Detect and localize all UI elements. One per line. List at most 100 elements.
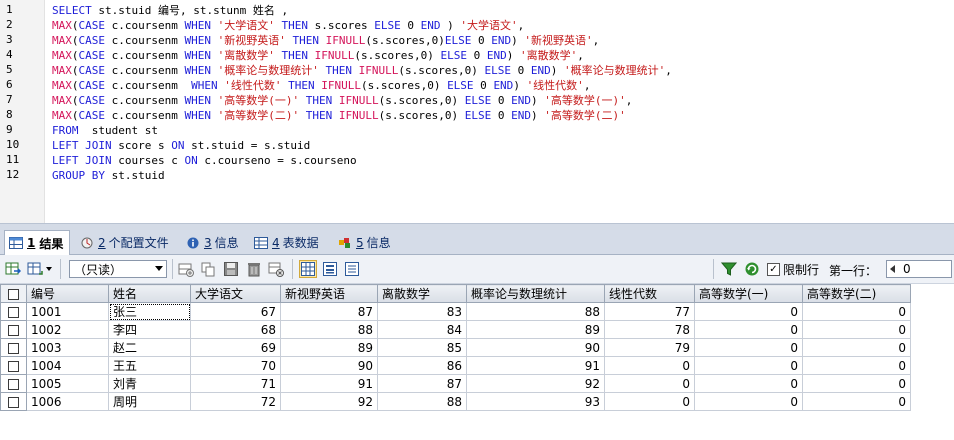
table-cell[interactable]: 1005 [26,374,109,393]
row-checkbox[interactable] [8,342,19,354]
row-select-cell[interactable] [0,338,27,357]
cancel-changes-button[interactable] [267,260,285,278]
table-cell[interactable]: 78 [604,320,695,339]
table-cell[interactable]: 90 [280,356,378,375]
row-checkbox[interactable] [8,324,19,336]
select-all-checkbox[interactable] [8,288,19,300]
table-cell[interactable]: 92 [466,374,605,393]
spin-left-icon[interactable] [890,265,895,273]
table-cell[interactable]: 71 [190,374,281,393]
table-cell[interactable]: 79 [604,338,695,357]
table-row[interactable]: 1001 张三 67 87 83 88 77 0 0 [0,302,911,321]
table-cell[interactable]: 0 [802,338,911,357]
table-cell[interactable]: 0 [802,392,911,411]
table-cell[interactable]: 0 [802,302,911,321]
row-checkbox[interactable] [8,360,19,372]
table-cell[interactable]: 1002 [26,320,109,339]
column-header[interactable]: 线性代数 [604,284,695,303]
import-button[interactable] [26,260,44,278]
tab-results[interactable]: 1 结果 [4,230,71,255]
form-view-button[interactable] [321,260,339,278]
limit-rows-checkbox[interactable]: ✓ [767,263,780,276]
table-cell[interactable]: 赵二 [108,338,191,357]
row-select-cell[interactable] [0,320,27,339]
insert-row-button[interactable] [177,260,195,278]
table-cell[interactable]: 91 [280,374,378,393]
table-cell[interactable]: 0 [694,302,803,321]
export-button[interactable] [4,260,22,278]
table-row[interactable]: 1005 刘青 71 91 87 92 0 0 0 [0,374,911,393]
table-cell[interactable]: 周明 [108,392,191,411]
limit-rows-toggle[interactable]: ✓ 限制行 [767,261,819,278]
table-row[interactable]: 1004 王五 70 90 86 91 0 0 0 [0,356,911,375]
table-cell[interactable]: 李四 [108,320,191,339]
table-cell[interactable]: 84 [377,320,467,339]
table-cell[interactable]: 68 [190,320,281,339]
column-header[interactable]: 大学语文 [190,284,281,303]
column-header[interactable]: 编号 [26,284,109,303]
table-cell[interactable]: 90 [466,338,605,357]
column-header[interactable]: 离散数学 [377,284,467,303]
table-cell[interactable]: 93 [466,392,605,411]
table-cell[interactable]: 83 [377,302,467,321]
tab-table-data[interactable]: 4 表数据 [250,232,325,253]
tab-info-1[interactable]: 3 信息 [182,232,245,253]
table-cell[interactable]: 70 [190,356,281,375]
table-cell[interactable]: 77 [604,302,695,321]
table-cell[interactable]: 0 [604,374,695,393]
table-row[interactable]: 1006 周明 72 92 88 93 0 0 0 [0,392,911,411]
first-row-input[interactable]: 0 [886,260,952,278]
duplicate-row-button[interactable] [199,260,217,278]
row-checkbox[interactable] [8,378,19,390]
import-dropdown[interactable] [44,260,54,278]
column-header[interactable]: 概率论与数理统计 [466,284,605,303]
table-cell[interactable]: 0 [604,356,695,375]
row-select-cell[interactable] [0,302,27,321]
result-grid[interactable]: 编号 姓名 大学语文 新视野英语 离散数学 概率论与数理统计 线性代数 高等数学… [0,284,954,440]
refresh-button[interactable] [743,260,761,278]
table-cell[interactable]: 88 [280,320,378,339]
column-header[interactable]: 新视野英语 [280,284,378,303]
table-cell[interactable]: 67 [190,302,281,321]
column-header[interactable]: 姓名 [108,284,191,303]
table-cell[interactable]: 1006 [26,392,109,411]
select-all-cell[interactable] [0,284,27,303]
table-cell[interactable]: 88 [377,392,467,411]
column-header[interactable]: 高等数学(一) [694,284,803,303]
tab-info-2[interactable]: 5 信息 [334,232,397,253]
row-select-cell[interactable] [0,374,27,393]
table-cell[interactable]: 0 [604,392,695,411]
row-checkbox[interactable] [8,306,19,318]
filter-button[interactable] [720,260,738,278]
table-cell[interactable]: 张三 [108,302,191,321]
table-cell[interactable]: 0 [694,356,803,375]
table-cell[interactable]: 刘青 [108,374,191,393]
table-cell[interactable]: 92 [280,392,378,411]
delete-button[interactable] [245,260,263,278]
text-view-button[interactable] [343,260,361,278]
table-cell[interactable]: 0 [802,374,911,393]
table-cell[interactable]: 0 [802,320,911,339]
table-cell[interactable]: 89 [466,320,605,339]
table-row[interactable]: 1003 赵二 69 89 85 90 79 0 0 [0,338,911,357]
table-cell[interactable]: 0 [802,356,911,375]
table-cell[interactable]: 91 [466,356,605,375]
row-select-cell[interactable] [0,392,27,411]
table-cell[interactable]: 88 [466,302,605,321]
row-select-cell[interactable] [0,356,27,375]
table-cell[interactable]: 1003 [26,338,109,357]
table-cell[interactable]: 0 [694,392,803,411]
tab-profiles[interactable]: 2 个配置文件 [76,232,175,253]
row-checkbox[interactable] [8,396,19,408]
table-cell[interactable]: 86 [377,356,467,375]
table-cell[interactable]: 87 [377,374,467,393]
table-cell[interactable]: 72 [190,392,281,411]
table-cell[interactable]: 69 [190,338,281,357]
table-row[interactable]: 1002 李四 68 88 84 89 78 0 0 [0,320,911,339]
readonly-mode-select[interactable]: （只读） [69,260,167,278]
table-cell[interactable]: 0 [694,338,803,357]
table-cell[interactable]: 87 [280,302,378,321]
table-cell[interactable]: 85 [377,338,467,357]
table-cell[interactable]: 王五 [108,356,191,375]
grid-view-button[interactable] [299,260,317,278]
